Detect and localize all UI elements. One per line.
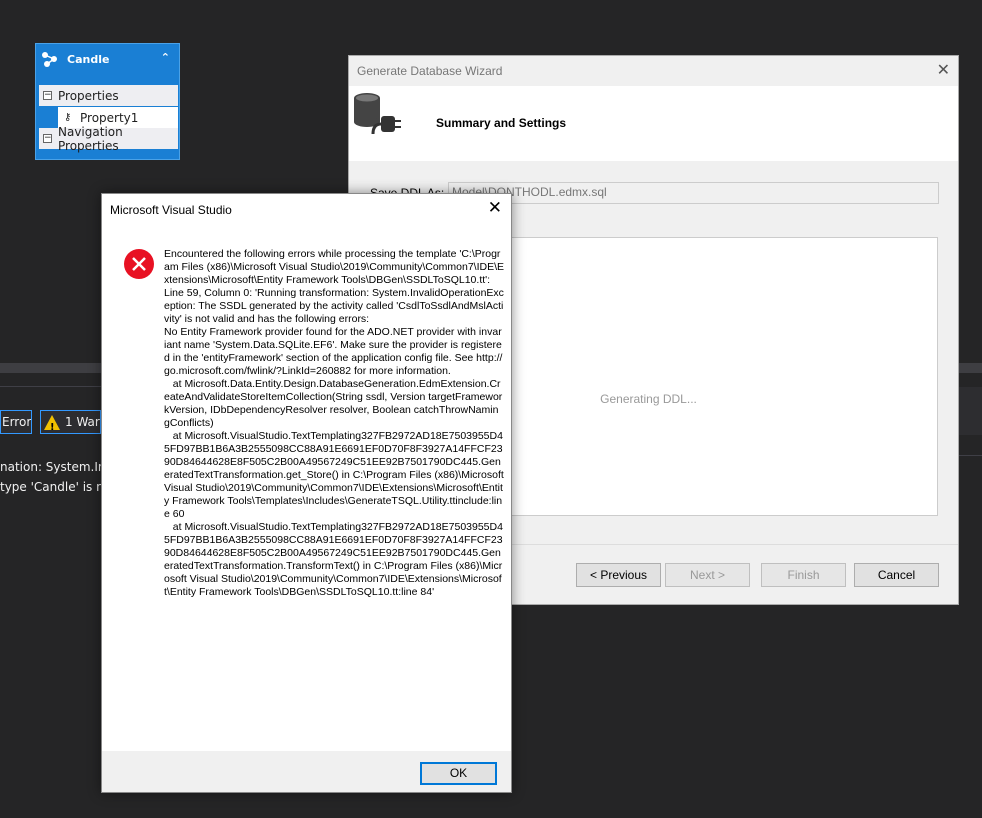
- key-icon: ⚷: [64, 112, 72, 123]
- error-icon: [124, 249, 154, 279]
- warning-icon: !: [44, 414, 60, 433]
- dialog-title: Microsoft Visual Studio: [110, 203, 232, 217]
- collapse-navigation-icon[interactable]: −: [43, 134, 52, 143]
- next-button[interactable]: Next >: [665, 563, 750, 587]
- error-message-text: Encountered the following errors while p…: [164, 248, 505, 598]
- collapse-icon[interactable]: ⌃: [161, 51, 170, 64]
- errors-filter-label: Errors: [2, 415, 32, 429]
- warnings-filter-button[interactable]: ! 1 Warn: [40, 410, 101, 434]
- divider: [0, 386, 101, 387]
- cancel-button[interactable]: Cancel: [854, 563, 939, 587]
- errors-filter-button[interactable]: Errors: [0, 410, 32, 434]
- warnings-filter-label: 1 Warn: [65, 415, 100, 429]
- previous-button[interactable]: < Previous: [576, 563, 661, 587]
- finish-button[interactable]: Finish: [761, 563, 846, 587]
- wizard-heading: Summary and Settings: [436, 116, 567, 130]
- navigation-properties-label: Navigation Properties: [58, 124, 123, 153]
- save-ddl-field[interactable]: Model\DONTHODL.edmx.sql: [448, 182, 939, 204]
- properties-section[interactable]: − Properties: [39, 85, 178, 106]
- wizard-header: Summary and Settings: [349, 86, 958, 161]
- panel-strip: [959, 387, 982, 435]
- divider: [959, 455, 982, 456]
- ok-button[interactable]: OK: [420, 762, 497, 785]
- close-icon[interactable]: ✕: [488, 198, 502, 218]
- collapse-properties-icon[interactable]: −: [43, 91, 52, 100]
- wizard-title: Generate Database Wizard: [357, 64, 503, 78]
- properties-label: Properties: [58, 88, 119, 103]
- dialog-footer: OK: [102, 751, 511, 792]
- database-plug-icon: [354, 93, 401, 135]
- scrollbar-strip: [0, 363, 101, 373]
- property-label: Property1: [80, 110, 139, 125]
- entity-header[interactable]: Candle ⌃: [36, 44, 179, 74]
- output-line: type 'Candle' is not: [0, 480, 101, 494]
- navigation-properties-section[interactable]: − Navigation Properties: [39, 125, 178, 153]
- entity-type-icon: [42, 52, 57, 67]
- entity-shape-candle[interactable]: Candle ⌃ − Properties ⚷ Property1 − Navi…: [35, 43, 180, 160]
- error-dialog: Microsoft Visual Studio ✕ Encountered th…: [101, 193, 512, 793]
- output-line: nation: System.Inval: [0, 460, 101, 474]
- entity-title: Candle: [67, 52, 110, 66]
- wizard-close-icon[interactable]: ✕: [937, 60, 950, 79]
